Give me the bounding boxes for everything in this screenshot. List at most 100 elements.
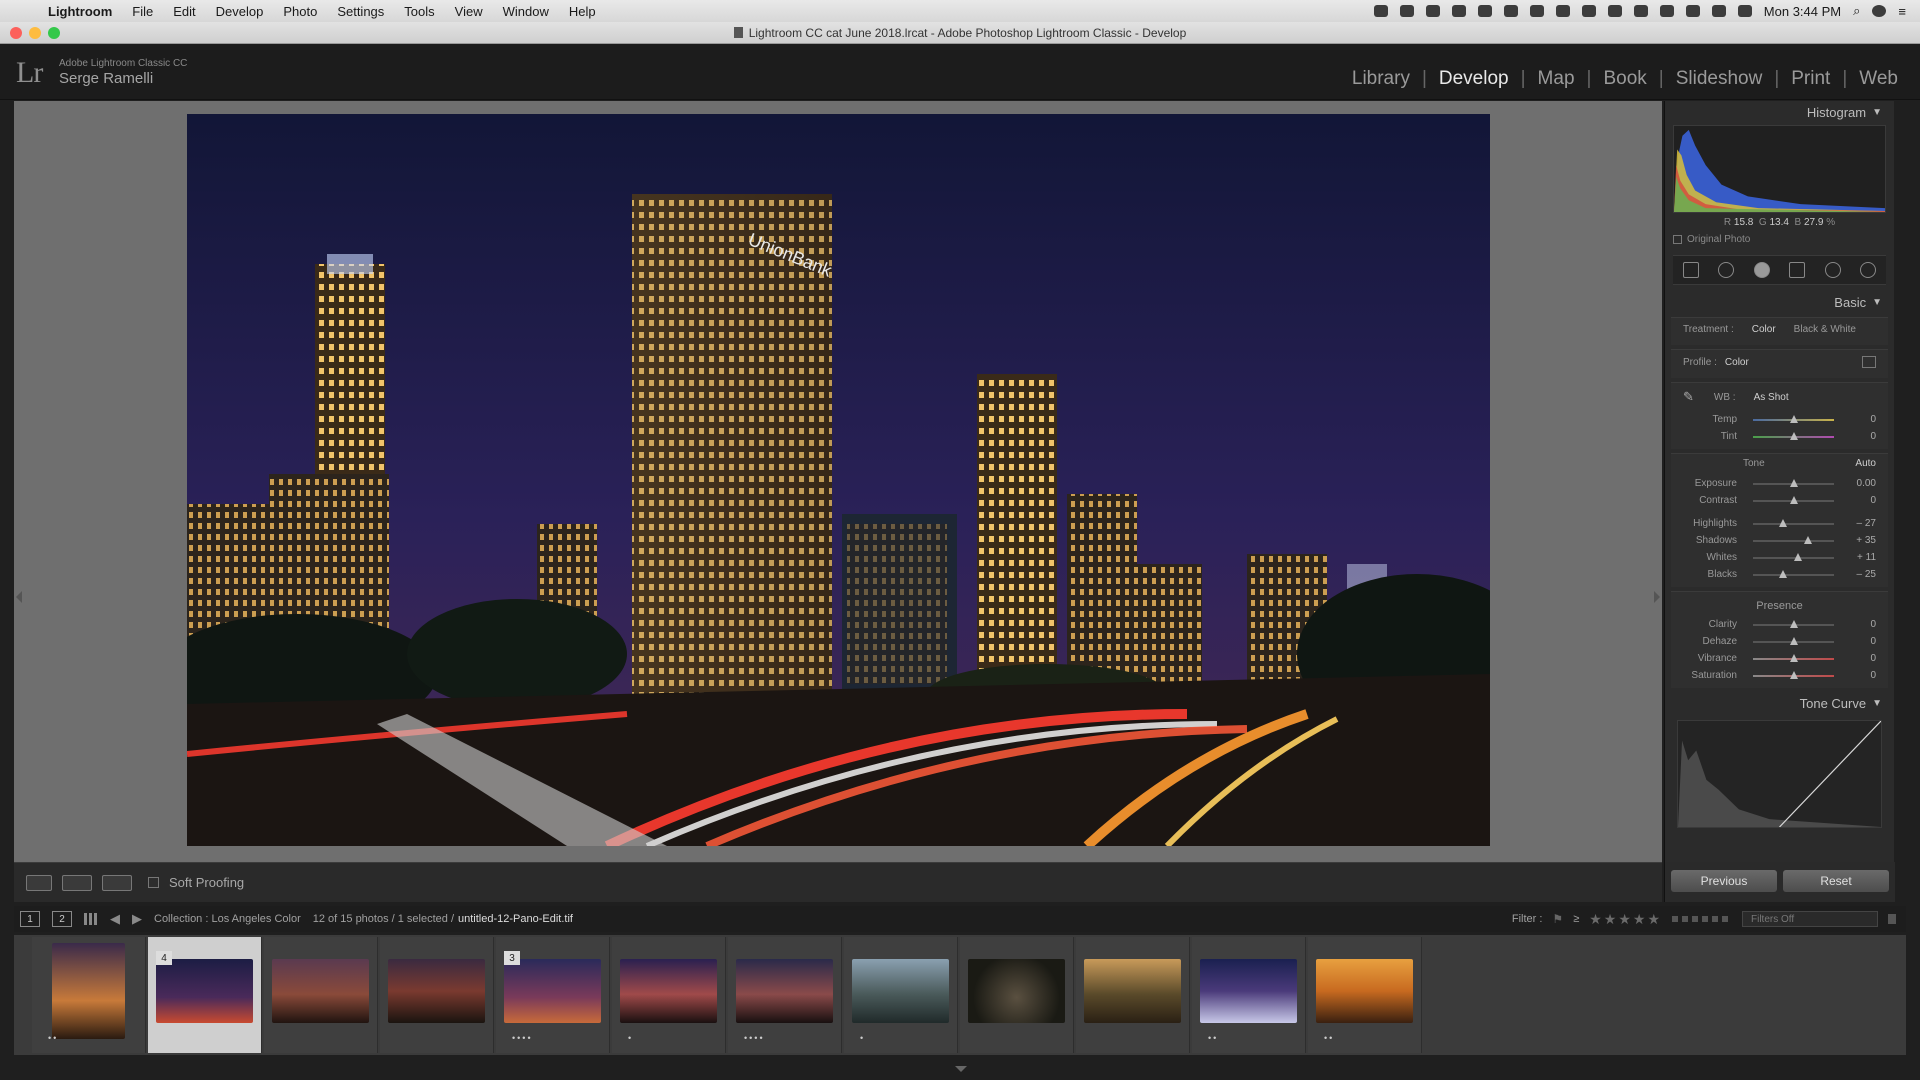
slider-knob[interactable] <box>1789 670 1798 679</box>
selected-filename[interactable]: untitled-12-Pano-Edit.tif <box>458 913 573 925</box>
collapse-triangle-icon[interactable]: ▼ <box>1872 297 1882 308</box>
loupe-view-button[interactable] <box>26 874 52 891</box>
adjustment-brush-icon[interactable] <box>1860 262 1877 278</box>
collection-label[interactable]: Collection : Los Angeles Color <box>154 913 301 925</box>
collapse-left-panel-icon[interactable] <box>16 591 22 603</box>
bluetooth-icon[interactable] <box>1633 5 1648 17</box>
shadows-slider[interactable] <box>1753 535 1834 544</box>
slider-knob[interactable] <box>1789 414 1798 423</box>
reset-button[interactable]: Reset <box>1783 870 1889 892</box>
minimize-window-button[interactable] <box>29 27 41 39</box>
exposure-value[interactable]: 0.00 <box>1842 478 1876 489</box>
spot-removal-tool-icon[interactable] <box>1718 262 1735 278</box>
filmstrip-lock-icon[interactable] <box>1888 914 1896 924</box>
dehaze-slider[interactable] <box>1753 636 1834 645</box>
module-library[interactable]: Library <box>1340 68 1422 90</box>
wifi-icon[interactable] <box>1685 5 1700 17</box>
menu-file[interactable]: File <box>122 4 163 19</box>
wb-dropdown[interactable]: As Shot <box>1754 392 1789 403</box>
clarity-slider[interactable] <box>1753 619 1834 628</box>
tone-curve-graph[interactable] <box>1677 720 1882 828</box>
back-arrow-icon[interactable]: ◀ <box>110 911 120 927</box>
filmstrip-thumbnail[interactable] <box>1076 937 1190 1053</box>
soft-proofing-checkbox[interactable] <box>148 877 159 888</box>
histogram-header[interactable]: Histogram ▼ <box>1665 101 1894 123</box>
histogram[interactable] <box>1673 125 1886 213</box>
auto-tone-button[interactable]: Auto <box>1855 458 1876 469</box>
module-map[interactable]: Map <box>1526 68 1587 90</box>
slider-knob[interactable] <box>1789 431 1798 440</box>
contrast-value[interactable]: 0 <box>1842 495 1876 506</box>
whites-value[interactable]: + 11 <box>1842 552 1876 563</box>
module-develop[interactable]: Develop <box>1427 68 1521 90</box>
filmstrip-thumbnail[interactable]: 3 •••• <box>496 937 610 1053</box>
module-book[interactable]: Book <box>1591 68 1658 90</box>
clarity-value[interactable]: 0 <box>1842 619 1876 630</box>
treatment-color-button[interactable]: Color <box>1752 324 1776 335</box>
rating-operator[interactable]: ≥ <box>1573 913 1579 925</box>
camera-icon[interactable] <box>1399 5 1414 17</box>
close-window-button[interactable] <box>10 27 22 39</box>
slider-knob[interactable] <box>1789 636 1798 645</box>
slider-knob[interactable] <box>1779 569 1788 578</box>
original-photo-toggle[interactable]: Original Photo <box>1673 234 1894 245</box>
previous-button[interactable]: Previous <box>1671 870 1777 892</box>
slider-knob[interactable] <box>1778 518 1787 527</box>
filmstrip-thumbnail[interactable]: • <box>844 937 958 1053</box>
vibrance-value[interactable]: 0 <box>1842 653 1876 664</box>
eyedropper-icon[interactable]: ✎ <box>1683 389 1694 405</box>
flame-icon[interactable] <box>1555 5 1570 17</box>
stack-count-badge[interactable]: 3 <box>504 951 520 965</box>
slider-knob[interactable] <box>1803 535 1812 544</box>
temp-value[interactable]: 0 <box>1842 414 1876 425</box>
main-photo[interactable]: UnionBank <box>187 114 1490 846</box>
menu-view[interactable]: View <box>445 4 493 19</box>
collapse-triangle-icon[interactable]: ▼ <box>1872 107 1882 118</box>
filmstrip-thumbnail[interactable] <box>380 937 494 1053</box>
evernote-icon[interactable] <box>1373 5 1388 17</box>
collapse-triangle-icon[interactable]: ▼ <box>1872 698 1882 709</box>
filters-off-dropdown[interactable]: Filters Off <box>1742 911 1878 927</box>
menu-app[interactable]: Lightroom <box>38 4 122 19</box>
main-window-button[interactable]: 1 <box>20 911 40 927</box>
whites-slider[interactable] <box>1753 552 1834 561</box>
refresh-icon[interactable] <box>1581 5 1596 17</box>
flag-filter-icon[interactable]: ⚑ <box>1552 912 1563 926</box>
module-slideshow[interactable]: Slideshow <box>1664 68 1775 90</box>
exposure-slider[interactable] <box>1753 478 1834 487</box>
tone-curve-header[interactable]: Tone Curve ▼ <box>1665 692 1894 714</box>
basic-header[interactable]: Basic ▼ <box>1665 291 1894 313</box>
menu-settings[interactable]: Settings <box>327 4 394 19</box>
menu-photo[interactable]: Photo <box>273 4 327 19</box>
filmstrip-thumbnail[interactable]: • <box>612 937 726 1053</box>
red-eye-tool-icon[interactable] <box>1753 262 1770 278</box>
menu-tools[interactable]: Tools <box>394 4 444 19</box>
notification-center-icon[interactable]: ≡ <box>1898 4 1906 19</box>
slider-knob[interactable] <box>1789 653 1798 662</box>
profile-browser-icon[interactable] <box>1862 356 1876 368</box>
highlights-value[interactable]: – 27 <box>1842 518 1876 529</box>
messages-icon[interactable] <box>1529 5 1544 17</box>
filmstrip-thumbnail[interactable] <box>264 937 378 1053</box>
dehaze-value[interactable]: 0 <box>1842 636 1876 647</box>
slider-knob[interactable] <box>1789 478 1798 487</box>
tint-value[interactable]: 0 <box>1842 431 1876 442</box>
crop-tool-icon[interactable] <box>1682 262 1699 278</box>
eject-icon[interactable] <box>1711 5 1726 17</box>
creative-cloud-icon[interactable] <box>1503 5 1518 17</box>
tint-slider[interactable] <box>1753 431 1834 440</box>
original-photo-checkbox[interactable] <box>1673 235 1682 244</box>
filmstrip-thumbnail[interactable]: •• <box>1192 937 1306 1053</box>
forward-arrow-icon[interactable]: ▶ <box>132 911 142 927</box>
temp-slider[interactable] <box>1753 414 1834 423</box>
blacks-slider[interactable] <box>1753 569 1834 578</box>
spotlight-search-icon[interactable]: ⌕ <box>1853 3 1860 19</box>
collapse-filmstrip-icon[interactable] <box>955 1066 967 1072</box>
cloud-icon[interactable] <box>1425 5 1440 17</box>
flag-icon[interactable] <box>1737 5 1752 17</box>
shadows-value[interactable]: + 35 <box>1842 535 1876 546</box>
treatment-bw-button[interactable]: Black & White <box>1794 324 1856 335</box>
color-label-filter-icon[interactable] <box>1672 916 1732 922</box>
vibrance-slider[interactable] <box>1753 653 1834 662</box>
before-after-button[interactable] <box>62 874 92 891</box>
